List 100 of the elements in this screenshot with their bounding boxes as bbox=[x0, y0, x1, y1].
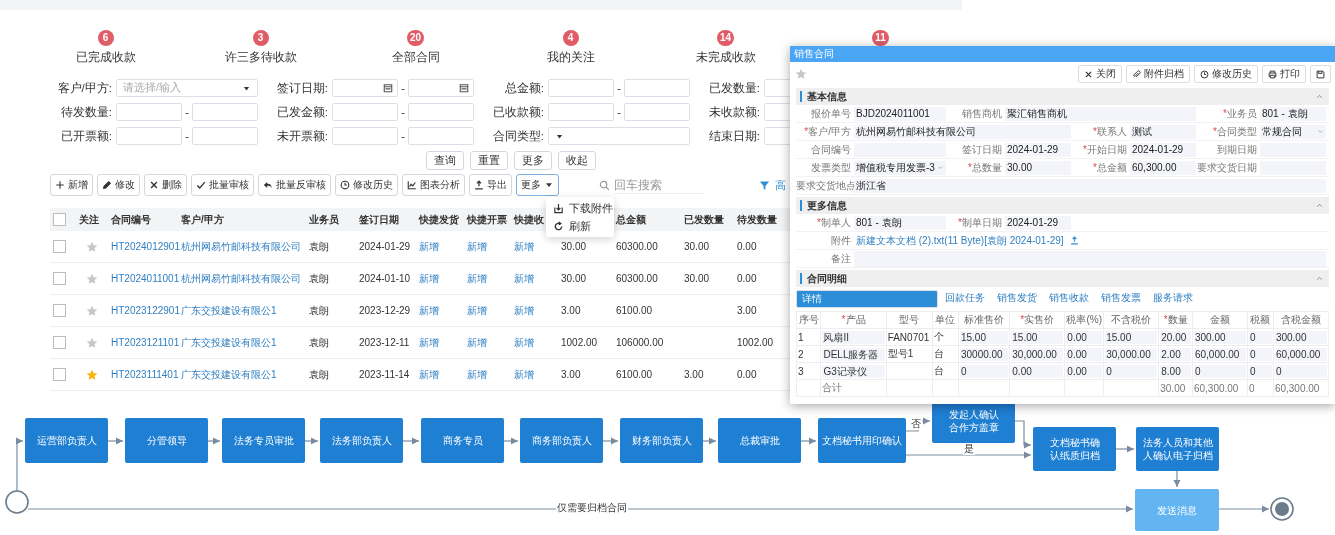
count-badge: 3 bbox=[252, 30, 269, 46]
table-cell-text: 60300.00 bbox=[615, 273, 659, 284]
column-header: 含税金额 bbox=[1280, 314, 1321, 325]
table-cell-text: 0.00 bbox=[736, 369, 758, 380]
column-header: 业务员 bbox=[308, 212, 340, 227]
table-cell-text: 3.00 bbox=[560, 369, 582, 380]
table-cell-text: 6100.00 bbox=[615, 369, 654, 380]
table-cell: 台 bbox=[934, 365, 944, 376]
count-badge: 14 bbox=[716, 30, 735, 46]
field-label: *总数量 bbox=[967, 160, 1003, 175]
filter-label: 已发金额: bbox=[275, 104, 329, 120]
table-cell-text: 袁朗 bbox=[308, 271, 330, 286]
table-cell-text: 106000.00 bbox=[615, 337, 665, 348]
field-label: *业务员 bbox=[1222, 106, 1258, 121]
field-label: 备注 bbox=[830, 251, 852, 266]
dialog-title: 销售合同 bbox=[790, 46, 1335, 62]
column-header: 快捷开票 bbox=[465, 212, 508, 227]
total-cell: 合计 bbox=[822, 382, 843, 393]
range-separator: - bbox=[400, 82, 406, 94]
column-header: 总金额 bbox=[614, 212, 647, 227]
table-cell: FAN0701 bbox=[887, 331, 930, 343]
field-label: 发票类型 bbox=[810, 160, 852, 175]
table-cell-text: 30.00 bbox=[683, 273, 711, 284]
filter-label: 合同类型: bbox=[491, 128, 545, 144]
field-label: 合同编号 bbox=[810, 142, 852, 157]
edge-label: 否 bbox=[910, 418, 922, 430]
count-badge: 6 bbox=[97, 30, 114, 46]
filter-label: 未开票额: bbox=[275, 128, 329, 144]
field-label: 附件 bbox=[830, 233, 852, 248]
table-cell: 型号1 bbox=[887, 348, 914, 359]
column-header: 序号 bbox=[798, 314, 819, 325]
filter-label: 待发数量: bbox=[59, 104, 113, 120]
range-separator: - bbox=[184, 130, 190, 142]
table-cell-text: 2023-11-14 bbox=[358, 369, 411, 380]
column-header: 标准售价 bbox=[964, 314, 1005, 325]
field-label: *总金额 bbox=[1092, 160, 1128, 175]
filter-label: 签订日期: bbox=[275, 80, 329, 96]
count-badge: 20 bbox=[406, 30, 425, 46]
field-label: 销售商机 bbox=[961, 106, 1003, 121]
range-separator: - bbox=[400, 106, 406, 118]
table-cell-text: 2024-01-29 bbox=[358, 241, 412, 252]
table-cell: 3 bbox=[798, 365, 804, 377]
count-badge: 4 bbox=[562, 30, 579, 46]
total-cell: 60,300.00 bbox=[1274, 382, 1320, 394]
column-header: *实售价 bbox=[1020, 314, 1055, 325]
table-cell-text: 1002.00 bbox=[736, 337, 775, 348]
table-cell-text: 30.00 bbox=[683, 241, 711, 252]
field-label: *联系人 bbox=[1092, 124, 1128, 139]
column-header: 单位 bbox=[935, 314, 956, 325]
filter-label: 总金额: bbox=[503, 80, 545, 96]
column-header: 型号 bbox=[899, 314, 920, 325]
table-cell-text: 1002.00 bbox=[560, 337, 599, 348]
field-label: 到期日期 bbox=[1216, 142, 1258, 157]
column-header: 金额 bbox=[1209, 314, 1230, 325]
table-cell-text: 3.00 bbox=[683, 369, 705, 380]
table-cell-text: 袁朗 bbox=[308, 335, 330, 350]
column-header: 税额 bbox=[1250, 314, 1271, 325]
table-cell: 个 bbox=[934, 331, 944, 342]
range-separator: - bbox=[616, 106, 622, 118]
table-cell-text: 2023-12-11 bbox=[358, 337, 411, 348]
field-label: 报价单号 bbox=[810, 106, 852, 121]
range-separator: - bbox=[400, 130, 406, 142]
table-cell-text: 30.00 bbox=[560, 273, 588, 284]
field-label: *合同类型 bbox=[1212, 124, 1258, 139]
filter-label: 客户/甲方: bbox=[56, 80, 113, 96]
table-cell: 台 bbox=[934, 348, 944, 359]
edge-label: 是 bbox=[963, 443, 975, 455]
table-cell: 1 bbox=[798, 331, 804, 343]
column-header: 快捷发货 bbox=[417, 212, 460, 227]
filter-label: 已收款额: bbox=[491, 104, 545, 120]
column-header: 已发数量 bbox=[683, 212, 725, 227]
total-cell: 0 bbox=[1248, 382, 1255, 394]
column-header: *数量 bbox=[1163, 314, 1188, 325]
field-label: *客户/甲方 bbox=[803, 124, 852, 139]
count-badge: 11 bbox=[872, 30, 889, 46]
table-cell-text: 0.00 bbox=[736, 273, 758, 284]
range-separator: - bbox=[184, 106, 190, 118]
column-header: *产品 bbox=[841, 314, 866, 325]
field-label: 要求交货日期 bbox=[1197, 160, 1258, 175]
column-header: 合同编号 bbox=[110, 212, 152, 227]
table-cell-text: 3.00 bbox=[736, 305, 758, 316]
filter-label: 已发数量: bbox=[707, 80, 761, 96]
total-cell: 30.00 bbox=[1160, 382, 1186, 394]
column-header: 快捷收 bbox=[512, 212, 545, 227]
table-cell-text: 60300.00 bbox=[615, 241, 659, 252]
filter-label: 未收款额: bbox=[707, 104, 761, 120]
column-header: 关注 bbox=[78, 212, 100, 227]
total-cell: 60,300.00 bbox=[1193, 382, 1239, 394]
field-label: *开始日期 bbox=[1082, 142, 1128, 157]
table-cell-text: 2023-12-29 bbox=[358, 305, 412, 316]
table-cell-text: 0.00 bbox=[736, 241, 758, 252]
column-header: 客户/甲方 bbox=[180, 212, 225, 227]
table-cell-text: 3.00 bbox=[560, 305, 582, 316]
table-cell-text: 袁朗 bbox=[308, 303, 330, 318]
field-label: *制单人 bbox=[816, 215, 852, 230]
table-cell: 2 bbox=[798, 348, 804, 360]
filter-label: 结束日期: bbox=[707, 128, 761, 144]
column-header: 待发数量 bbox=[736, 212, 778, 227]
table-cell-text: 2024-01-10 bbox=[358, 273, 412, 284]
column-header: 不含税价 bbox=[1111, 314, 1152, 325]
